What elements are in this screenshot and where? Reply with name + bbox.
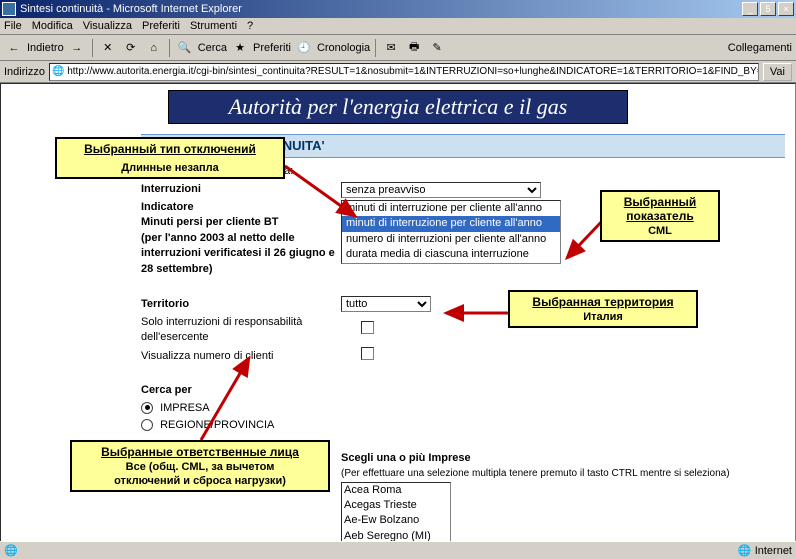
impresa-1[interactable]: Acegas Trieste <box>342 498 450 513</box>
callout-type-title: Выбранный тип отключений <box>63 142 277 156</box>
radio-regione[interactable] <box>141 419 153 431</box>
close-button[interactable]: × <box>778 2 794 16</box>
ie-icon <box>2 2 16 16</box>
forward-button[interactable]: → <box>67 38 87 58</box>
callout-type-value: Длинные незапла <box>63 162 277 174</box>
arrow-responsible <box>195 354 255 444</box>
address-url: http://www.autorita.energia.it/cgi-bin/s… <box>67 66 759 77</box>
territorio-select[interactable]: tutto <box>341 296 431 312</box>
refresh-button[interactable]: ⟳ <box>121 38 141 58</box>
site-banner: Autorità per l'energia elettrica e il ga… <box>168 90 628 124</box>
search-label: Cerca <box>198 42 227 54</box>
favorites-icon[interactable]: ★ <box>230 38 250 58</box>
stop-button[interactable]: ✕ <box>98 38 118 58</box>
address-bar: Indirizzo 🌐 http://www.autorita.energia.… <box>0 61 796 83</box>
ind-opt-0[interactable]: minuti di interruzione per cliente all'a… <box>342 201 560 216</box>
menu-file[interactable]: File <box>4 20 22 32</box>
back-button[interactable]: ← <box>4 38 24 58</box>
impresa-2[interactable]: Ae-Ew Bolzano <box>342 513 450 528</box>
maximize-button[interactable]: 5 <box>760 2 776 16</box>
solo-checkbox[interactable] <box>361 321 374 334</box>
ind-opt-1[interactable]: minuti di interruzione per cliente all'a… <box>342 216 560 231</box>
cerca-per-label: Cerca per <box>141 384 192 396</box>
minimize-button[interactable]: _ <box>742 2 758 16</box>
menu-strumenti[interactable]: Strumenti <box>190 20 237 32</box>
go-button[interactable]: Vai <box>763 63 792 81</box>
scegli-label: Scegli una o più Imprese <box>341 452 471 464</box>
indicatore-note2: (per l'anno 2003 al netto delle interruz… <box>141 232 335 275</box>
callout-territory: Выбранная территория Италия <box>508 290 698 328</box>
mail-icon[interactable]: ✉ <box>381 38 401 58</box>
print-icon[interactable]: 🖶 <box>404 38 424 58</box>
indicatore-note1: Minuti persi per cliente BT <box>141 216 279 228</box>
callout-type: Выбранный тип отключений Длинные незапла <box>55 137 285 179</box>
favorites-label: Preferiti <box>253 42 291 54</box>
search-icon[interactable]: 🔍 <box>175 38 195 58</box>
status-bar: 🌐 🌐 Internet <box>0 541 796 559</box>
address-label: Indirizzo <box>4 66 45 78</box>
scegli-note: (Per effettuare una selezione multipla t… <box>341 468 730 479</box>
menu-bar: File Modifica Visualizza Preferiti Strum… <box>0 18 796 35</box>
interruzioni-select[interactable]: senza preavviso <box>341 182 541 198</box>
arrow-type <box>285 166 365 226</box>
menu-visualizza[interactable]: Visualizza <box>83 20 132 32</box>
arrow-territory <box>444 306 514 320</box>
ind-opt-3[interactable]: durata media di ciascuna interruzione <box>342 247 560 262</box>
solo-label: Solo interruzioni di responsabilità dell… <box>141 315 361 346</box>
history-icon[interactable]: 🕘 <box>294 38 314 58</box>
radio-impresa[interactable] <box>141 402 153 414</box>
window-titlebar: Sintesi continuità - Microsoft Internet … <box>0 0 796 18</box>
menu-help[interactable]: ? <box>247 20 253 32</box>
edit-icon[interactable]: ✎ <box>427 38 447 58</box>
toolbar: ← Indietro → ✕ ⟳ ⌂ 🔍 Cerca ★ Preferiti 🕘… <box>0 35 796 61</box>
ind-opt-2[interactable]: numero di interruzioni per cliente all'a… <box>342 232 560 247</box>
history-label: Cronologia <box>317 42 370 54</box>
menu-modifica[interactable]: Modifica <box>32 20 73 32</box>
home-button[interactable]: ⌂ <box>144 38 164 58</box>
menu-preferiti[interactable]: Preferiti <box>142 20 180 32</box>
indicatore-listbox[interactable]: minuti di interruzione per cliente all'a… <box>341 200 561 264</box>
impresa-0[interactable]: Acea Roma <box>342 483 450 498</box>
window-title: Sintesi continuità - Microsoft Internet … <box>20 3 242 15</box>
callout-responsible: Выбранные ответственные лица Все (общ. C… <box>70 440 330 492</box>
address-input[interactable]: 🌐 http://www.autorita.energia.it/cgi-bin… <box>49 63 759 81</box>
indicatore-label: Indicatore <box>141 201 194 213</box>
back-label: Indietro <box>27 42 64 54</box>
status-right: 🌐 Internet <box>738 544 792 557</box>
links-label: Collegamenti <box>728 42 792 54</box>
visualizza-checkbox[interactable] <box>361 347 374 360</box>
territorio-label: Territorio <box>141 298 189 310</box>
interruzioni-label: Interruzioni <box>141 183 201 195</box>
status-left: 🌐 <box>4 544 18 557</box>
callout-indicator: Выбранный показатель CML <box>600 190 720 242</box>
